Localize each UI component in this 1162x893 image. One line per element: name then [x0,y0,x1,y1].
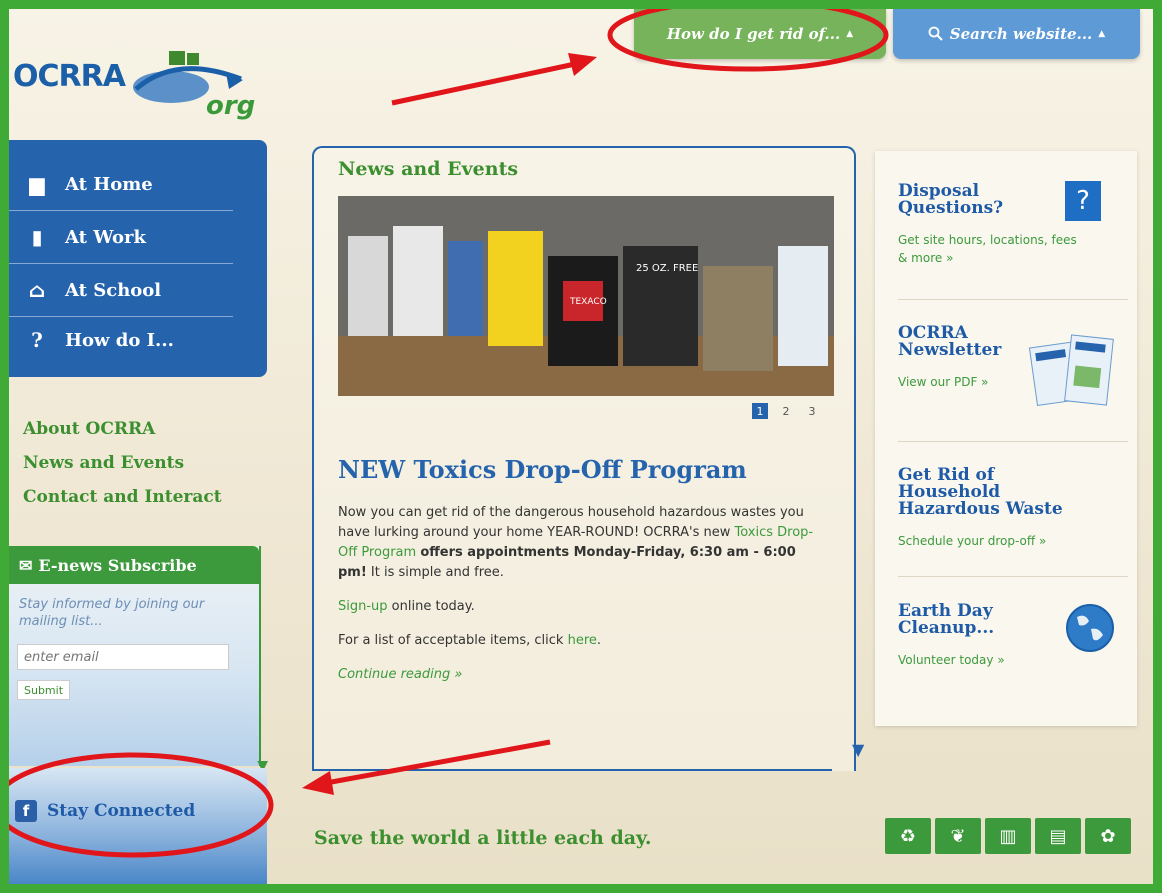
footer-icons: ♻ ❦ ▥ ▤ ✿ [885,818,1131,854]
contact-and-interact-link[interactable]: Contact and Interact [23,487,222,507]
nav-label: At Home [65,173,153,195]
newsletter-thumbnail-icon [1028,334,1114,407]
nav-item-at-work[interactable]: ▮ At Work [9,211,233,264]
main-nav: ▆ At Home ▮ At Work ⌂ At School ? How do… [9,140,267,377]
logo-org: org [206,91,256,121]
trash-icon[interactable]: ▥ [985,818,1031,854]
enews-subscribe-box: ✉ E-news Subscribe Stay informed by join… [9,546,268,774]
globe-icon [1066,604,1114,652]
article-text: online today. [387,599,475,614]
stay-connected-label: Stay Connected [47,801,196,821]
divider [898,299,1128,300]
about-ocrra-link[interactable]: About OCRRA [23,419,222,439]
compost-icon[interactable]: ▤ [1035,818,1081,854]
card-link[interactable]: Schedule your drop-off » [898,532,1128,550]
nav-label: At Work [65,226,146,248]
article-text: . [596,633,602,648]
search-icon [928,26,943,41]
enews-title: E-news Subscribe [38,555,197,575]
divider [898,441,1128,442]
article-paragraph: For a list of acceptable items, click he… [338,631,828,651]
slide-pager: 1 2 3 [752,403,820,419]
continue-reading-link[interactable]: Continue reading » [338,667,462,682]
image-label: TEXACO [569,297,607,307]
building-icon: ▮ [31,225,43,249]
hazardous-waste-card[interactable]: Get Rid of Household Hazardous Waste Sch… [898,467,1128,550]
pager-page-2[interactable]: 2 [778,403,794,419]
logo-text: OCRRA [13,59,126,94]
enews-description: Stay informed by joining our mailing lis… [19,597,205,629]
nav-item-at-home[interactable]: ▆ At Home [9,158,233,211]
caret-up-icon: ▲ [846,29,854,39]
yard-icon[interactable]: ✿ [1085,818,1131,854]
submit-button[interactable]: Submit [17,680,71,700]
envelope-icon: ✉ [19,555,33,575]
article-title[interactable]: NEW Toxics Drop-Off Program [338,455,747,484]
divider [898,576,1128,577]
news-panel-bottom-border [312,769,832,771]
article-paragraph: Continue reading » [338,665,828,685]
tagline: Save the world a little each day. [314,827,652,849]
search-website-button[interactable]: Search website... ▲ [893,9,1140,59]
card-link[interactable]: Get site hours, locations, fees & more » [898,231,1088,267]
article-body: Now you can get rid of the dangerous hou… [338,503,828,699]
news-and-events-link[interactable]: News and Events [23,453,222,473]
card-title: Get Rid of Household Hazardous Waste [898,465,1063,519]
leaf-icon[interactable]: ❦ [935,818,981,854]
article-paragraph: Sign-up online today. [338,597,828,617]
news-heading: News and Events [338,158,519,180]
search-label: Search website... [949,25,1093,43]
news-panel: News and Events 25 OZ. FREE TEXACO 1 2 3… [312,146,864,771]
chemical-containers-image: 25 OZ. FREE TEXACO [338,196,834,396]
page: OCRRA org How do I get rid of... ▲ Searc… [9,9,1153,884]
here-link[interactable]: here [568,633,597,648]
signup-link[interactable]: Sign-up [338,599,388,614]
question-icon: ? [1065,181,1101,221]
nav-label: How do I... [65,329,174,351]
house-icon: ▆ [29,172,45,196]
caret-up-icon: ▲ [1098,29,1106,39]
pager-page-1[interactable]: 1 [752,403,768,419]
school-icon: ⌂ [28,278,46,302]
nav-item-how-do-i[interactable]: ? How do I... [9,314,233,366]
how-do-i-label: How do I get rid of... [666,25,841,43]
ocrra-logo[interactable]: OCRRA org [13,39,313,129]
stay-connected-link[interactable]: f Stay Connected [15,800,195,822]
quick-links-column: Disposal Questions? Get site hours, loca… [875,151,1137,726]
article-text: For a list of acceptable items, click [338,633,568,648]
card-link[interactable]: Volunteer today » [898,651,1128,669]
nav-item-at-school[interactable]: ⌂ At School [9,264,233,317]
article-text: It is simple and free. [366,565,504,580]
secondary-links: About OCRRA News and Events Contact and … [23,419,222,521]
card-title: Earth Day Cleanup... [898,601,995,638]
nav-label: At School [65,279,162,301]
arrow-down-icon: ▼ [852,740,865,759]
news-image[interactable]: 25 OZ. FREE TEXACO [338,196,834,396]
card-title: OCRRA Newsletter [898,323,1002,360]
pager-page-3[interactable]: 3 [804,403,820,419]
question-icon: ? [31,328,43,352]
email-field[interactable] [17,644,229,670]
how-do-i-get-rid-of-button[interactable]: How do I get rid of... ▲ [634,9,886,59]
recycle-icon[interactable]: ♻ [885,818,931,854]
image-label: 25 OZ. FREE [636,263,698,274]
stay-connected-box: f Stay Connected [9,768,267,884]
facebook-icon: f [15,800,37,822]
card-title: Disposal Questions? [898,181,1004,218]
article-paragraph: Now you can get rid of the dangerous hou… [338,503,828,583]
enews-header: ✉ E-news Subscribe [9,546,259,584]
